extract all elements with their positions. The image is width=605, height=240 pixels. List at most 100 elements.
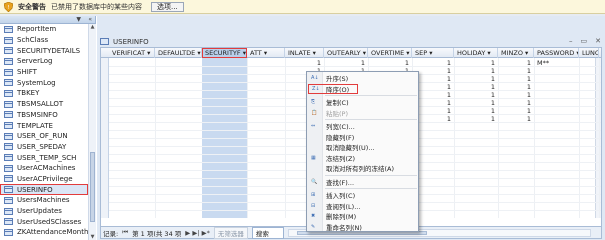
password-cell[interactable]: M** [534, 59, 576, 67]
collapse-pane-icon[interactable]: « [88, 16, 92, 23]
scroll-up-icon[interactable]: ▲ [89, 24, 96, 30]
table-cell[interactable]: 1 [498, 107, 531, 115]
nav-scroll-thumb[interactable] [90, 152, 95, 222]
table-cell[interactable]: 1 [498, 91, 531, 99]
nav-scrollbar[interactable]: ▲ ▼ [88, 24, 96, 240]
column-header[interactable]: INLATE ▾ [285, 48, 324, 58]
table-icon [4, 175, 13, 183]
context-menu-item[interactable]: Z↓ 降序(O) [308, 83, 358, 94]
context-menu-item[interactable]: 🔍 查找(F)... [307, 177, 418, 188]
context-menu-item[interactable]: 取消对所有列的冻结(A) [307, 163, 418, 174]
column-header[interactable]: SEP ▾ [412, 48, 454, 58]
nav-table-item[interactable]: TBKEY [0, 88, 88, 99]
nav-table-item[interactable]: TEMPLATE [0, 120, 88, 131]
table-cell[interactable]: 1 [454, 59, 495, 67]
options-button[interactable]: 选项... [151, 1, 184, 12]
record-position[interactable]: 第 1 项(共 34 项 [132, 228, 181, 238]
menu-item-icon: ▦ [311, 154, 316, 161]
column-header[interactable]: MINZO ▾ [498, 48, 534, 58]
context-menu-item[interactable]: 取消隐藏列(U)... [307, 142, 418, 153]
menu-item-label: 升序(S) [326, 75, 349, 84]
table-cell[interactable]: 1 [498, 115, 531, 123]
nav-table-item[interactable]: SHIFT [0, 67, 88, 78]
column-header[interactable]: DEFAULTDE ▾ [155, 48, 202, 58]
nav-table-item[interactable]: ReportItem [0, 24, 88, 35]
nav-table-item[interactable]: TBSMSALLOT [0, 99, 88, 110]
context-menu-item[interactable]: ⊞ 插入列(C) [307, 190, 418, 201]
table-cell[interactable]: 1 [412, 59, 451, 67]
document-tab[interactable]: USERINFO – ▭ ✕ [97, 36, 605, 47]
column-header[interactable]: SECURITYF ▾ [202, 48, 247, 58]
column-header[interactable]: ATT ▾ [247, 48, 285, 58]
menu-item-icon: 🔍 [311, 178, 318, 185]
nav-table-item[interactable]: UserACMachines [0, 163, 88, 174]
nav-table-item[interactable]: UserUsedSClasses [0, 216, 88, 227]
nav-table-label: USERINFO [17, 185, 53, 194]
table-cell[interactable]: 1 [454, 67, 495, 75]
nav-table-label: USER_SPEDAY [17, 142, 67, 151]
nav-table-item[interactable]: USER_SPEDAY [0, 142, 88, 153]
table-cell[interactable]: 1 [498, 83, 531, 91]
chevron-down-icon[interactable]: ▼ [76, 16, 81, 23]
menu-item-icon: 📋 [311, 109, 318, 116]
context-menu-item[interactable]: ▦ 冻结列(Z) [307, 153, 418, 164]
nav-pane-header[interactable]: ▼ « [0, 16, 95, 24]
menu-item-icon: ⇔ [311, 123, 316, 129]
table-icon [4, 68, 13, 76]
table-icon [4, 196, 13, 204]
first-record-button[interactable]: ⏮ [122, 228, 128, 237]
close-icon[interactable]: ✕ [595, 37, 601, 45]
table-cell[interactable]: 1 [498, 67, 531, 75]
nav-table-item[interactable]: SECURITYDETAILS [0, 45, 88, 56]
table-cell[interactable]: 1 [454, 91, 495, 99]
context-menu-item[interactable]: ⊟ 查阅列(L)... [307, 201, 418, 212]
svg-text:!: ! [7, 5, 9, 11]
table-cell[interactable]: 1 [454, 99, 495, 107]
table-cell[interactable]: 1 [285, 59, 321, 67]
column-header[interactable]: OVERTIME ▾ [368, 48, 412, 58]
search-box[interactable]: 搜索 [251, 226, 284, 239]
column-header[interactable]: LUNCH ▾ [579, 48, 599, 58]
nav-table-item[interactable]: ServerLog [0, 56, 88, 67]
minimize-icon[interactable]: – [569, 37, 573, 45]
nav-table-label: SystemLog [17, 78, 56, 87]
context-menu-item[interactable]: ✖ 删除列(M) [307, 211, 418, 222]
nav-table-item[interactable]: UsersMachines [0, 195, 88, 206]
table-cell[interactable]: 1 [454, 83, 495, 91]
table-cell[interactable]: 1 [368, 59, 409, 67]
table-cell[interactable]: 1 [498, 59, 531, 67]
column-header[interactable]: OUTEARLY ▾ [324, 48, 368, 58]
table-icon [4, 218, 13, 226]
nav-table-item[interactable]: ZKAttendanceMonthSt... [0, 227, 88, 238]
next-record-buttons[interactable]: ▶ ▶| ▶* [185, 229, 210, 237]
nav-table-item[interactable]: SystemLog [0, 77, 88, 88]
context-menu-item[interactable]: ⇔ 列宽(C)... [307, 121, 418, 132]
table-cell[interactable]: 1 [454, 107, 495, 115]
column-header[interactable]: PASSWORD ▾ [534, 48, 579, 58]
row-selector-column[interactable] [101, 58, 109, 218]
table-cell[interactable]: 1 [498, 75, 531, 83]
column-header[interactable]: VERIFICAT ▾ [109, 48, 155, 58]
nav-table-item[interactable]: UserACPrivilege [0, 174, 88, 185]
table-cell[interactable]: 1 [324, 59, 365, 67]
context-menu-item[interactable]: ⎘ 复制(C) [307, 97, 418, 108]
context-menu-item[interactable]: A↓ 升序(S) [307, 73, 418, 84]
nav-table-item[interactable]: SchClass [0, 35, 88, 46]
table-cell[interactable]: 1 [454, 75, 495, 83]
nav-table-item[interactable]: TBSMSINFO [0, 110, 88, 121]
nav-table-item[interactable]: USER_TEMP_SCH [0, 152, 88, 163]
context-menu-item[interactable]: 📋 粘贴(P) [307, 108, 418, 119]
table-cell[interactable]: 1 [498, 99, 531, 107]
table-cell[interactable]: 1 [454, 115, 495, 123]
column-header[interactable]: HOLIDAY ▾ [454, 48, 498, 58]
context-menu-item[interactable]: 隐藏列(F) [307, 132, 418, 143]
filter-indicator[interactable]: 无筛选器 [213, 226, 248, 239]
nav-table-item[interactable]: USERINFO [0, 184, 88, 195]
nav-table-item[interactable]: USER_OF_RUN [0, 131, 88, 142]
nav-table-label: SHIFT [17, 68, 37, 77]
scroll-down-icon[interactable]: ▼ [89, 234, 96, 240]
context-menu-item[interactable]: ✎ 重命名列(N) [307, 222, 418, 233]
table-icon [4, 132, 13, 140]
restore-icon[interactable]: ▭ [581, 37, 588, 45]
nav-table-item[interactable]: UserUpdates [0, 206, 88, 217]
